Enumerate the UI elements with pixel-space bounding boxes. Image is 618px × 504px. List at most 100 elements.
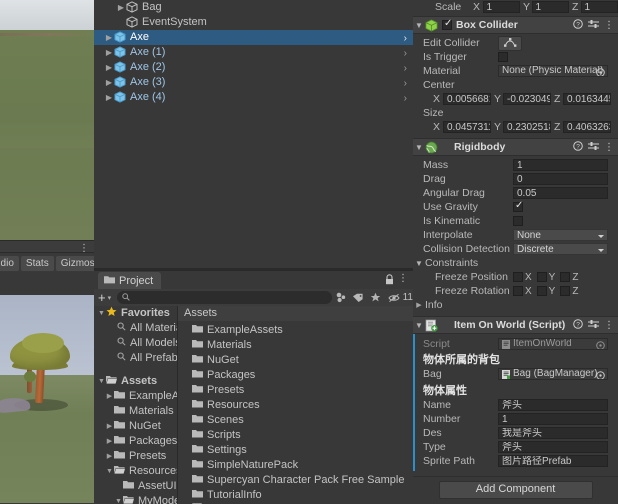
- angular-drag-input[interactable]: 0.05: [513, 187, 608, 199]
- collision-detection-dropdown[interactable]: Discrete: [513, 243, 608, 255]
- project-tree-item-exampleas[interactable]: ▶ExampleAs: [94, 389, 177, 404]
- hierarchy-foldout-icon[interactable]: ▶: [104, 30, 114, 45]
- hierarchy-item-axe-2[interactable]: ▶Axe (2)›: [94, 60, 413, 75]
- freeze-position-z-checkbox[interactable]: [560, 272, 570, 282]
- mass-input[interactable]: 1: [513, 159, 608, 171]
- asset-item-exampleassets[interactable]: ExampleAssets: [178, 323, 413, 338]
- project-tree-item-materials[interactable]: Materials: [94, 404, 177, 419]
- project-tree-foldout-icon[interactable]: ▼: [105, 464, 114, 479]
- preset-icon[interactable]: [588, 141, 599, 154]
- project-tree-foldout-icon[interactable]: ▶: [105, 449, 114, 464]
- number-input[interactable]: 1: [498, 413, 608, 425]
- project-folder-tree[interactable]: ▼FavoritesAll MateriaAll ModelsAll Prefa…: [94, 306, 177, 504]
- help-icon[interactable]: ?: [573, 141, 583, 154]
- add-component-button[interactable]: Add Component: [439, 481, 593, 499]
- project-tree-item-all-materia[interactable]: All Materia: [94, 321, 177, 336]
- lock-icon[interactable]: [385, 274, 394, 288]
- stats-toggle-button[interactable]: Stats: [21, 256, 54, 271]
- hierarchy-foldout-icon[interactable]: ▶: [104, 45, 114, 60]
- preset-icon[interactable]: [588, 19, 599, 32]
- freeze-rotation-z-checkbox[interactable]: [560, 286, 570, 296]
- project-panel[interactable]: Project ⋮ + ▾: [94, 270, 413, 504]
- project-tree-foldout-icon[interactable]: ▼: [97, 374, 106, 389]
- audio-toggle-button[interactable]: udio: [0, 256, 19, 271]
- is-kinematic-checkbox[interactable]: [513, 216, 523, 226]
- hierarchy-item-axe-4[interactable]: ▶Axe (4)›: [94, 90, 413, 105]
- hierarchy-foldout-icon[interactable]: ▶: [116, 0, 126, 15]
- box-collider-header[interactable]: ▼ Box Collider ? ⋮: [413, 16, 618, 34]
- project-tree-foldout-icon[interactable]: ▶: [105, 389, 114, 404]
- box-collider-enabled-checkbox[interactable]: [442, 20, 452, 30]
- game-view[interactable]: [0, 295, 94, 503]
- project-tree-item-presets[interactable]: ▶Presets: [94, 449, 177, 464]
- project-search-box[interactable]: [117, 291, 332, 304]
- info-foldout-row[interactable]: ▶ Info: [413, 298, 618, 312]
- help-icon[interactable]: ?: [573, 319, 583, 332]
- size-y-input[interactable]: 0.2302518: [503, 121, 551, 133]
- model-filter-icon[interactable]: [334, 290, 349, 305]
- asset-item-scenes[interactable]: Scenes: [178, 413, 413, 428]
- scene-view[interactable]: [0, 0, 94, 240]
- freeze-position-x-checkbox[interactable]: [513, 272, 523, 282]
- bag-object-field[interactable]: Bag (BagManager): [498, 368, 608, 380]
- create-asset-caret-icon[interactable]: ▾: [108, 294, 112, 302]
- des-input[interactable]: 我是斧头: [498, 427, 608, 439]
- hierarchy-item-bag[interactable]: ▶Bag: [94, 0, 413, 15]
- name-input[interactable]: 斧头: [498, 399, 608, 411]
- project-tree-item-assets[interactable]: ▼Assets: [94, 374, 177, 389]
- project-tree-item-assetui[interactable]: AssetUI: [94, 479, 177, 494]
- item-on-world-header[interactable]: ▼ Item On World (Script) ? ⋮: [413, 316, 618, 334]
- hierarchy-item-eventsystem[interactable]: EventSystem: [94, 15, 413, 30]
- edit-collider-button[interactable]: [498, 36, 522, 51]
- interpolate-dropdown[interactable]: None: [513, 229, 608, 241]
- asset-item-scripts[interactable]: Scripts: [178, 428, 413, 443]
- scale-x-input[interactable]: 1: [483, 1, 520, 13]
- hierarchy-foldout-icon[interactable]: ▶: [104, 60, 114, 75]
- box-collider-foldout-icon[interactable]: ▼: [413, 21, 425, 30]
- constraints-foldout-row[interactable]: ▼ Constraints: [413, 256, 618, 270]
- object-picker-icon[interactable]: [596, 369, 605, 380]
- hidden-count-icon[interactable]: [387, 290, 402, 305]
- asset-item-resources[interactable]: Resources: [178, 398, 413, 413]
- create-asset-button[interactable]: +: [98, 291, 106, 304]
- sprite-path-input[interactable]: 图片路径Prefab: [498, 455, 608, 467]
- freeze-rotation-y-checkbox[interactable]: [537, 286, 547, 296]
- project-kebab-icon[interactable]: ⋮: [398, 274, 408, 284]
- asset-item-supercyan-character-pack-free-sample[interactable]: Supercyan Character Pack Free Sample: [178, 473, 413, 488]
- hierarchy-item-axe-3[interactable]: ▶Axe (3)›: [94, 75, 413, 90]
- open-prefab-icon[interactable]: ›: [404, 46, 407, 61]
- size-z-input[interactable]: 0.4063263: [563, 121, 611, 133]
- constraints-foldout-icon[interactable]: ▼: [413, 259, 425, 268]
- center-y-input[interactable]: -0.023049: [503, 93, 551, 105]
- center-x-input[interactable]: 0.0056681': [443, 93, 491, 105]
- rigidbody-foldout-icon[interactable]: ▼: [413, 143, 425, 152]
- asset-item-materials[interactable]: Materials: [178, 338, 413, 353]
- project-tree-foldout-icon[interactable]: ▶: [105, 434, 114, 449]
- hierarchy-foldout-icon[interactable]: ▶: [104, 90, 114, 105]
- project-tree-item-nuget[interactable]: ▶NuGet: [94, 419, 177, 434]
- center-z-input[interactable]: 0.0163445: [563, 93, 611, 105]
- asset-item-settings[interactable]: Settings: [178, 443, 413, 458]
- drag-input[interactable]: 0: [513, 173, 608, 185]
- project-tree-foldout-icon[interactable]: ▼: [97, 306, 106, 321]
- use-gravity-checkbox[interactable]: [513, 202, 523, 212]
- project-tree-item-favorites[interactable]: ▼Favorites: [94, 306, 177, 321]
- rigidbody-header[interactable]: ▼ Rigidbody ? ⋮: [413, 138, 618, 156]
- hierarchy-item-axe[interactable]: ▶Axe›: [94, 30, 413, 45]
- size-x-input[interactable]: 0.0457311': [443, 121, 491, 133]
- project-search-input[interactable]: [133, 291, 327, 304]
- label-filter-icon[interactable]: [351, 290, 366, 305]
- project-tree-item-packages[interactable]: ▶Packages: [94, 434, 177, 449]
- project-tree-item-all-models[interactable]: All Models: [94, 336, 177, 351]
- open-prefab-icon[interactable]: ›: [404, 31, 407, 46]
- project-tree-item-all-prefabs[interactable]: All Prefabs: [94, 351, 177, 366]
- is-trigger-checkbox[interactable]: [498, 52, 508, 62]
- item-on-world-kebab-icon[interactable]: ⋮: [604, 321, 614, 331]
- asset-item-tutorialinfo[interactable]: TutorialInfo: [178, 488, 413, 503]
- hierarchy-panel[interactable]: ▶BagEventSystem▶Axe›▶Axe (1)›▶Axe (2)›▶A…: [94, 0, 413, 268]
- hierarchy-item-axe-1[interactable]: ▶Axe (1)›: [94, 45, 413, 60]
- freeze-position-y-checkbox[interactable]: [537, 272, 547, 282]
- item-on-world-foldout-icon[interactable]: ▼: [413, 321, 425, 330]
- inspector-panel[interactable]: Scale X 1 Y 1 Z 1 ▼ Box Collider ?: [413, 0, 618, 503]
- open-prefab-icon[interactable]: ›: [404, 76, 407, 91]
